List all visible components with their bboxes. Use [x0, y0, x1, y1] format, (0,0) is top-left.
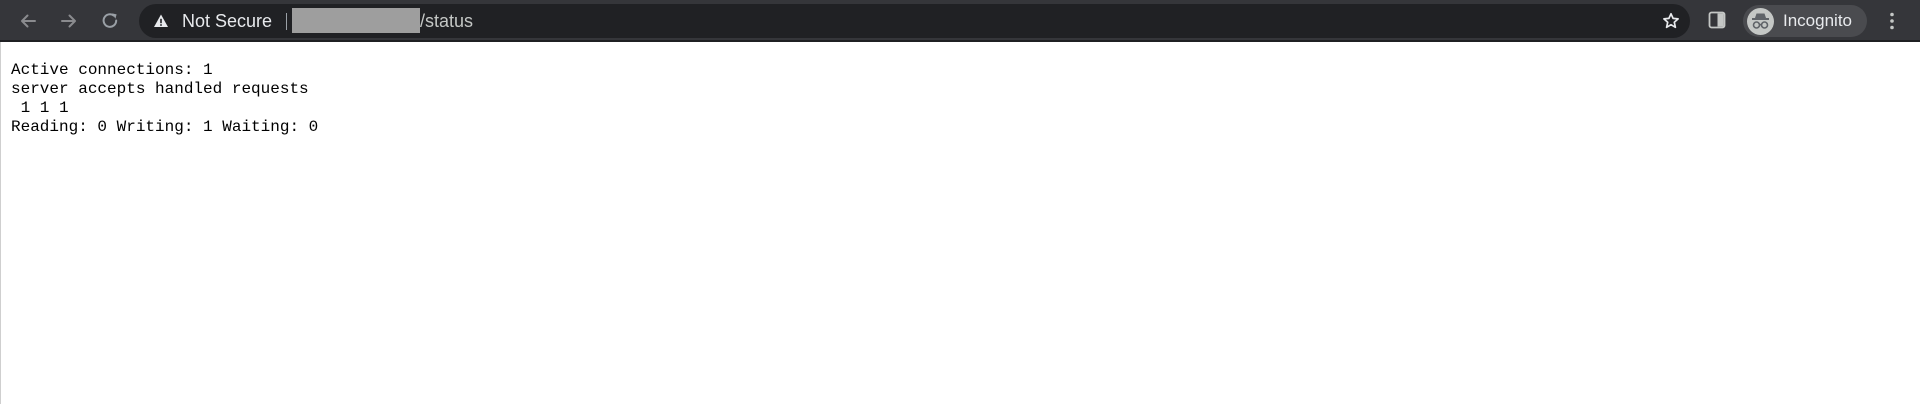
status-header-row: server accepts handled requests — [11, 80, 309, 98]
reload-button[interactable] — [96, 7, 124, 35]
arrow-left-icon — [21, 14, 36, 28]
security-status-label[interactable]: Not Secure — [182, 4, 272, 38]
forward-button[interactable] — [55, 7, 83, 35]
url-path: /status — [420, 11, 474, 31]
profile-label: Incognito — [1783, 11, 1852, 30]
profile-button[interactable]: Incognito — [1743, 5, 1867, 37]
star-icon[interactable] — [1662, 12, 1680, 30]
status-active-connections: Active connections: 1 — [11, 61, 213, 79]
status-rww-row: Reading: 0 Writing: 1 Waiting: 0 — [11, 118, 319, 136]
back-button[interactable] — [14, 7, 42, 35]
incognito-avatar — [1747, 8, 1774, 35]
incognito-icon — [1752, 13, 1769, 29]
page-content: Active connections: 1 server accepts hand… — [0, 42, 1920, 404]
reload-icon — [102, 13, 118, 28]
arrow-right-icon — [61, 14, 76, 28]
status-counts-row: 1 1 1 — [11, 99, 69, 117]
browser-toolbar: Not Secure /status Incognito — [0, 0, 1920, 42]
address-bar[interactable]: Not Secure /status — [139, 4, 1690, 38]
kebab-menu-icon[interactable] — [1883, 11, 1901, 31]
browser-window: Not Secure /status Incognito Active conn… — [0, 0, 1920, 404]
omnibox-divider — [286, 13, 287, 30]
side-panel-icon[interactable] — [1708, 11, 1726, 29]
status-output: Active connections: 1 server accepts hand… — [11, 61, 318, 137]
url-redacted-host — [292, 8, 420, 34]
url-text[interactable]: /status — [292, 4, 473, 38]
warning-triangle-icon[interactable] — [153, 13, 169, 29]
